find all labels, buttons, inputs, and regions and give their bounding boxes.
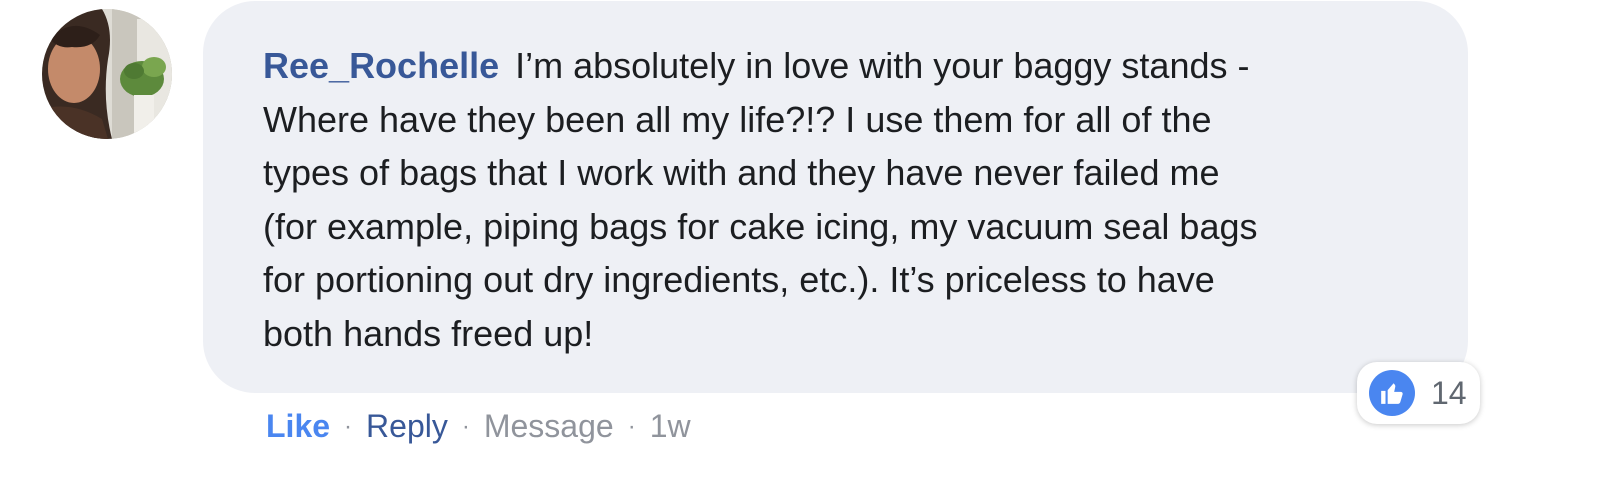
- thumbs-up-icon: [1369, 370, 1415, 416]
- author-name[interactable]: Ree_Rochelle: [263, 45, 499, 86]
- avatar[interactable]: [42, 9, 172, 139]
- comment-bubble: Ree_Rochelle I’m absolutely in love with …: [203, 1, 1468, 393]
- separator-dot: ·: [461, 412, 470, 440]
- comment: Ree_Rochelle I’m absolutely in love with …: [0, 0, 1600, 491]
- reply-link[interactable]: Reply: [366, 408, 448, 445]
- comment-actions: Like · Reply · Message · 1w: [266, 408, 691, 445]
- separator-dot: ·: [344, 412, 353, 440]
- reaction-count: 14: [1431, 374, 1467, 411]
- comment-text: Ree_Rochelle I’m absolutely in love with …: [263, 39, 1438, 360]
- comment-body: I’m absolutely in love with your baggy s…: [263, 45, 1258, 354]
- timestamp[interactable]: 1w: [650, 408, 691, 445]
- reactions-badge[interactable]: 14: [1357, 362, 1480, 424]
- like-link[interactable]: Like: [266, 408, 330, 445]
- profile-photo: [42, 9, 172, 139]
- separator-dot: ·: [627, 412, 636, 440]
- message-link[interactable]: Message: [484, 408, 614, 445]
